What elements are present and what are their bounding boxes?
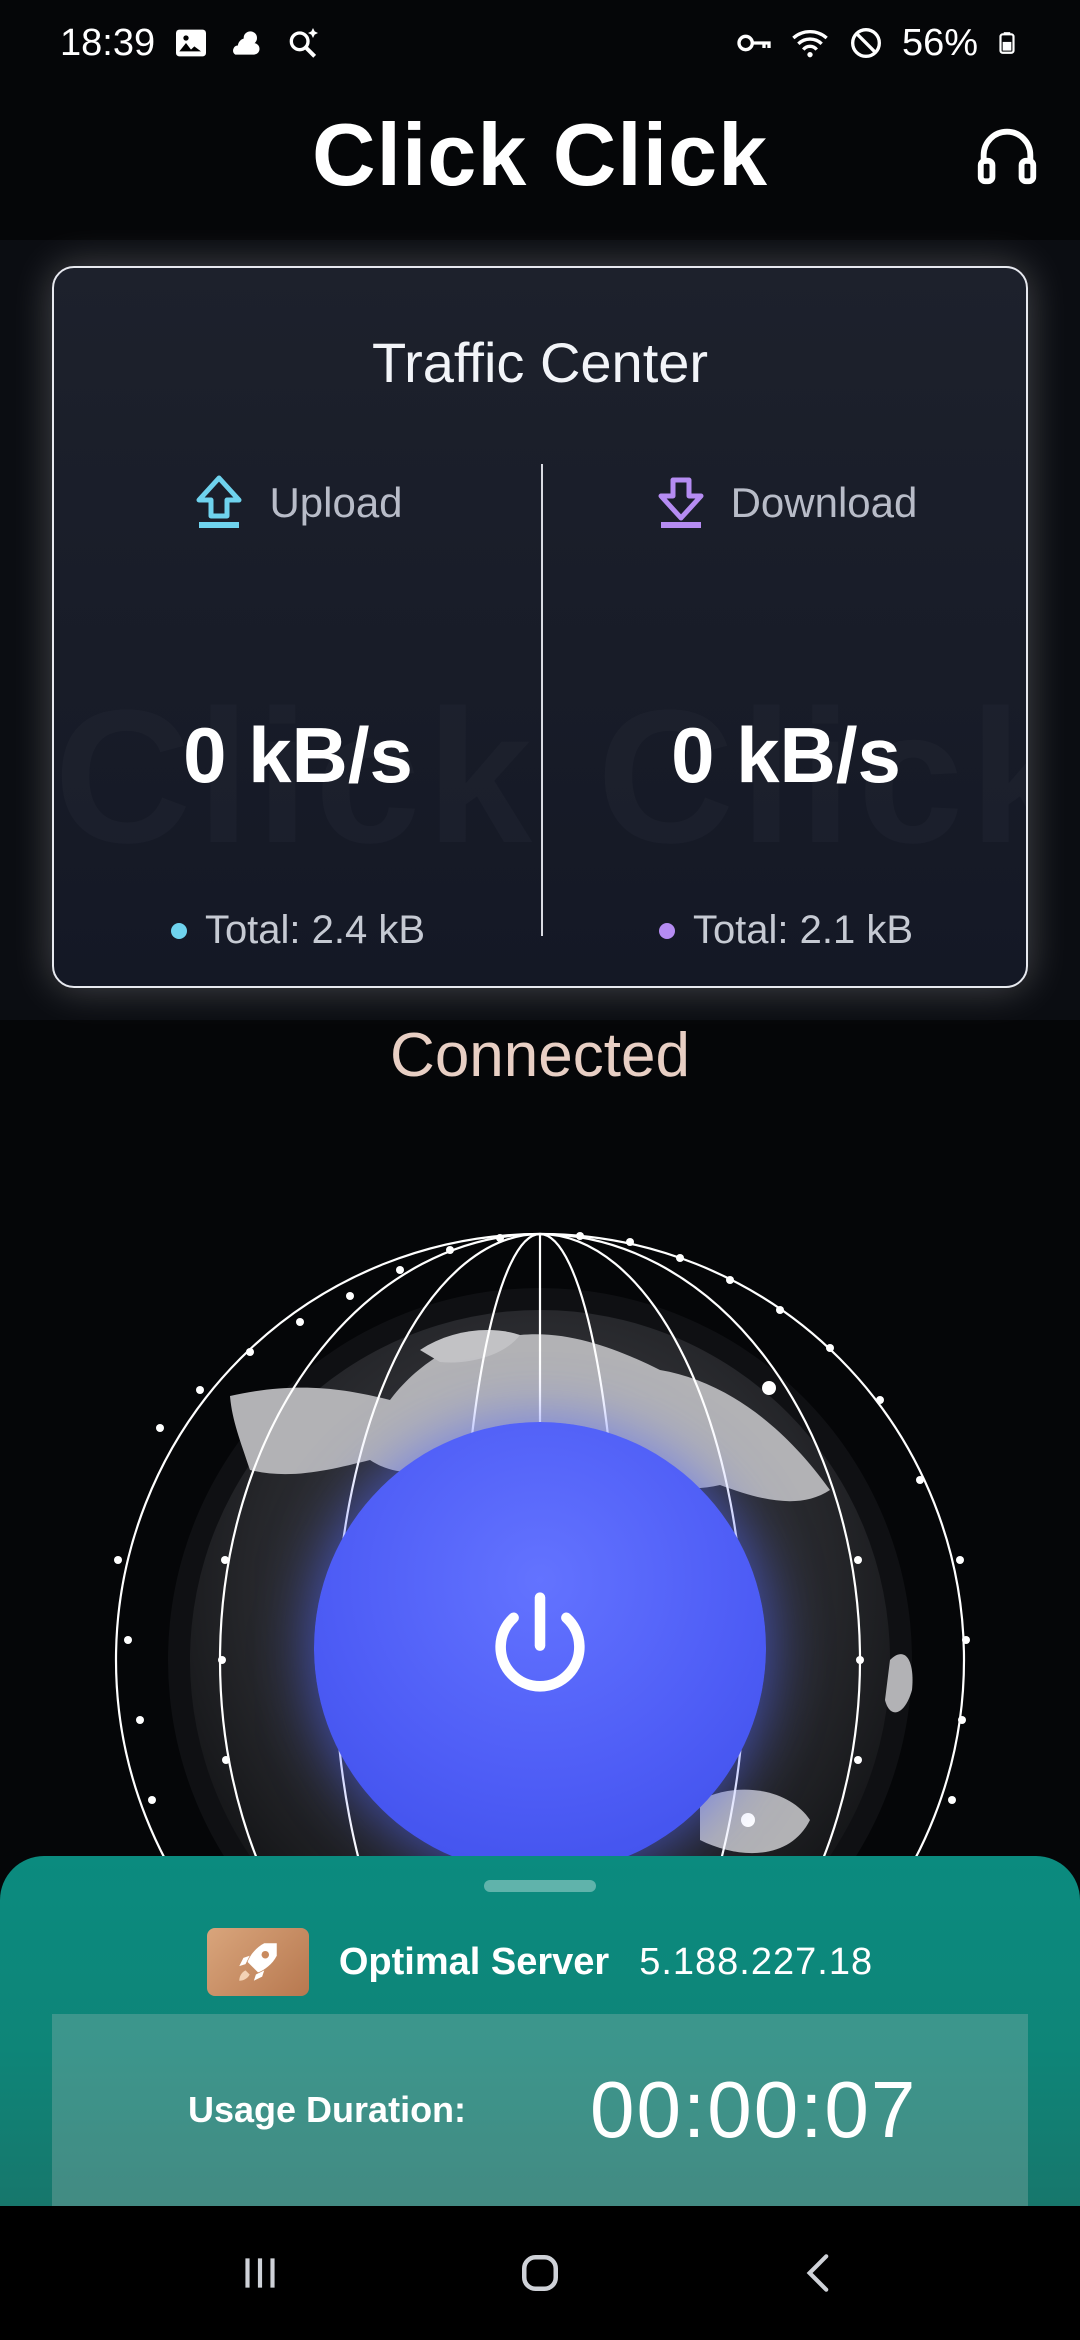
- download-total-row: Total: 2.1 kB: [542, 908, 1026, 953]
- download-column: Download 0 kB/s Total: 2.1 kB: [542, 458, 1026, 978]
- upload-header: Upload: [54, 458, 542, 548]
- download-icon: [658, 477, 704, 528]
- app-header: Click Click: [0, 90, 1080, 220]
- nav-bar: [0, 2206, 1080, 2340]
- do-not-disturb-icon: [850, 28, 881, 58]
- upload-total: Total: 2.4 kB: [204, 908, 426, 952]
- upload-total-row: Total: 2.4 kB: [54, 908, 542, 953]
- status-left: 18:39: [60, 22, 323, 65]
- sheet-handle[interactable]: [484, 1880, 596, 1892]
- status-time: 18:39: [60, 21, 156, 64]
- search-spark-icon: [289, 28, 319, 58]
- battery-icon: [999, 32, 1015, 54]
- recents-button[interactable]: [220, 2233, 300, 2313]
- status-bar: 18:39 56%: [0, 0, 1080, 86]
- battery-percent: 56%: [901, 21, 978, 64]
- connection-status: Connected: [390, 1021, 690, 1090]
- upload-column: Upload 0 kB/s Total: 2.4 kB: [54, 458, 542, 978]
- headphones-icon[interactable]: [972, 120, 1042, 190]
- usage-duration: 00:00:07: [590, 2065, 918, 2154]
- home-button[interactable]: [500, 2233, 580, 2313]
- app-title: Click Click: [311, 105, 769, 204]
- back-button[interactable]: [780, 2233, 860, 2313]
- traffic-card-container: Click Click Traffic Center Upload 0 kB/s…: [0, 240, 1080, 1020]
- bottom-sheet[interactable]: Optimal Server 5.188.227.18 Usage Durati…: [0, 1856, 1080, 2206]
- home-icon: [522, 2255, 558, 2291]
- weather-icon: [233, 31, 260, 55]
- traffic-title: Traffic Center: [371, 331, 709, 394]
- rocket-icon: [239, 1943, 277, 1981]
- traffic-card: Click Click Traffic Center Upload 0 kB/s…: [52, 266, 1028, 988]
- upload-label: Upload: [269, 479, 403, 526]
- upload-dot: [170, 922, 187, 939]
- wifi-icon: [792, 30, 828, 58]
- upload-rate: 0 kB/s: [183, 711, 413, 799]
- upload-icon: [196, 475, 242, 528]
- download-label: Download: [730, 479, 918, 526]
- usage-label: Usage Duration:: [188, 2089, 467, 2130]
- download-total: Total: 2.1 kB: [692, 908, 914, 952]
- server-thumbnail: [206, 1928, 309, 1996]
- back-icon: [806, 2254, 829, 2292]
- download-dot: [658, 922, 675, 939]
- image-icon: [176, 29, 207, 57]
- globe-area: [0, 1100, 1080, 1874]
- download-header: Download: [542, 458, 1026, 548]
- server-row[interactable]: Optimal Server 5.188.227.18: [0, 1928, 1080, 1996]
- recents-icon: [245, 2258, 275, 2288]
- power-icon: [495, 1592, 585, 1692]
- status-right: 56%: [734, 22, 1020, 65]
- vpn-key-icon: [737, 34, 771, 52]
- usage-box: Usage Duration: 00:00:07: [52, 2014, 1028, 2206]
- server-label: Optimal Server: [338, 1940, 610, 1983]
- server-ip: 5.188.227.18: [639, 1940, 874, 1983]
- power-button[interactable]: [314, 1422, 766, 1874]
- download-rate: 0 kB/s: [671, 711, 901, 799]
